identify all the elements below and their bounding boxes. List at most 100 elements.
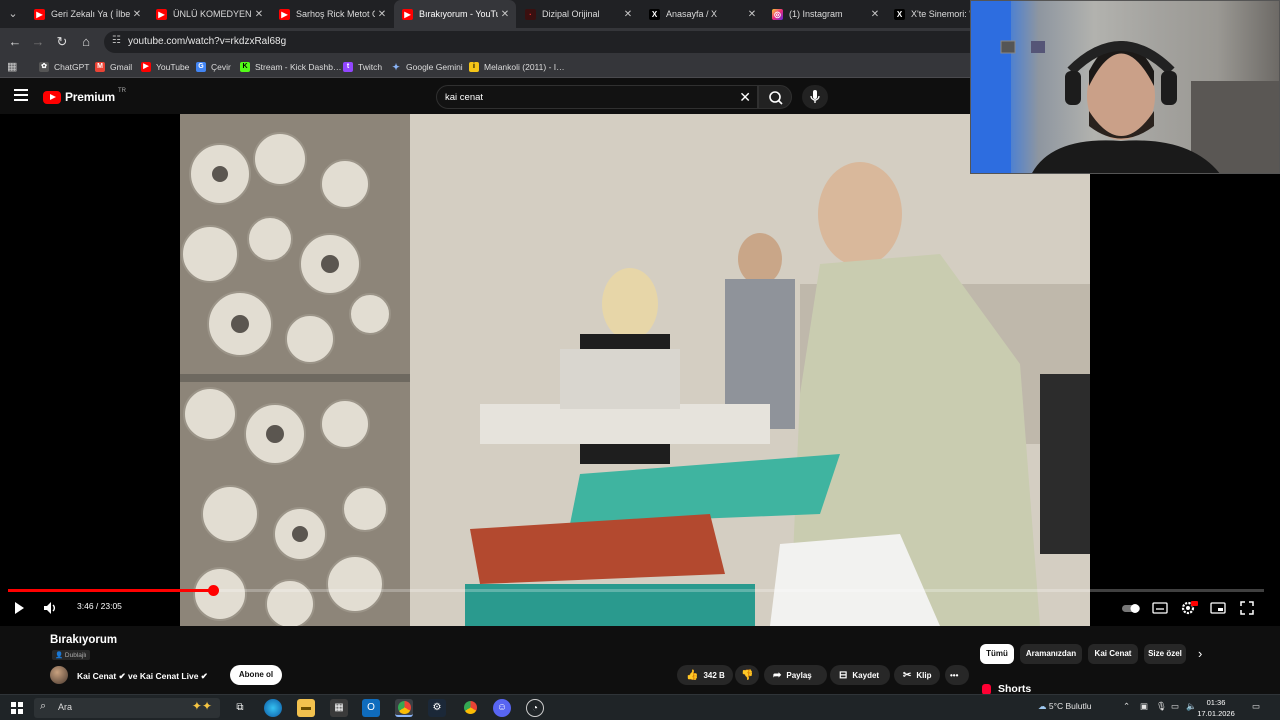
bookmark-kick[interactable]: K Stream - Kick Dashb… [240, 60, 341, 74]
volume-icon[interactable] [42, 600, 58, 616]
chip-kai-cenat[interactable]: Kai Cenat [1088, 644, 1138, 664]
voice-search-button[interactable] [802, 85, 828, 109]
apps-grid-icon[interactable]: ▦ [7, 60, 17, 73]
youtube-icon: ▶ [141, 62, 151, 72]
channel-avatar[interactable] [50, 666, 68, 684]
tab-title: Bırakıyorum - YouTube [419, 9, 498, 19]
share-button[interactable]: ➦ Paylaş [764, 665, 827, 685]
browser-tab-active[interactable]: ▶ Bırakıyorum - YouTube ✕ [394, 0, 516, 28]
subtitles-icon[interactable] [1152, 600, 1168, 616]
video-frame[interactable] [180, 114, 1090, 626]
bookmark-gemini[interactable]: ✦ Google Gemini [391, 60, 462, 74]
windows-start-icon[interactable] [11, 702, 23, 714]
bookmark-translate[interactable]: G Çevir [196, 60, 231, 74]
chip-from-search[interactable]: Aramanızdan [1020, 644, 1082, 664]
browser-tab[interactable]: ▶ Sarhoş Rick Metot Oyuncu ✕ [271, 0, 393, 28]
edge-icon[interactable] [264, 699, 282, 717]
bookmark-imdb[interactable]: i Melankoli (2011) - I… [469, 60, 565, 74]
bookmark-label: Twitch [358, 62, 383, 72]
taskbar-search-box[interactable]: ⌕ Ara ✦✦ [34, 698, 220, 718]
browser-tab[interactable]: ▶ Geri Zekalı Ya ( İlber Ortaylı… ✕ [26, 0, 148, 28]
reload-icon[interactable]: ↻ [53, 33, 71, 51]
bookmark-label: Stream - Kick Dashb… [255, 62, 342, 72]
bookmark-youtube[interactable]: ▶ YouTube [141, 60, 189, 74]
tab-title: Sarhoş Rick Metot Oyuncu [296, 9, 375, 19]
file-explorer-icon[interactable]: ▬ [297, 699, 315, 717]
dubbed-label: Dublajlı [64, 652, 87, 659]
bookmark-twitch[interactable]: t Twitch [343, 60, 382, 74]
network-icon[interactable]: ▭ [1171, 701, 1179, 712]
task-view-icon[interactable]: ⧉ [231, 699, 249, 717]
save-button[interactable]: ⊟ Kaydet [830, 665, 890, 685]
outlook-icon[interactable]: O [362, 699, 380, 717]
tab-close-icon[interactable]: ✕ [621, 9, 635, 20]
like-button[interactable]: 👍 342 B [677, 665, 733, 685]
browser-tab[interactable]: · Dizipal Orijinal ✕ [517, 0, 639, 28]
dizipal-favicon-icon: · [525, 8, 536, 20]
clip-button[interactable]: ✂ Klip [894, 665, 940, 685]
seek-bar[interactable] [8, 585, 1264, 596]
browser-tab[interactable]: X Anasayfa / X ✕ [641, 0, 763, 28]
microphone-tray-icon[interactable]: 🎙 [1156, 701, 1167, 712]
browser-tab[interactable]: ▶ ÜNLÜ KOMEDYENLERİN ✕ [148, 0, 270, 28]
store-icon[interactable]: ▦ [330, 699, 348, 717]
chip-for-you[interactable]: Size özel [1144, 644, 1186, 664]
taskbar-clock[interactable]: 01:36 17.01.2026 [1196, 697, 1236, 719]
autoplay-toggle-icon[interactable] [1121, 600, 1141, 616]
tab-close-icon[interactable]: ✕ [868, 9, 882, 20]
chips-next-chevron-icon[interactable]: › [1198, 646, 1202, 661]
taskbar-search-label: Ara [58, 702, 73, 712]
play-icon[interactable] [12, 600, 26, 616]
kick-icon: K [240, 62, 250, 72]
tab-close-icon[interactable]: ✕ [130, 9, 144, 20]
tab-close-icon[interactable]: ✕ [745, 9, 759, 20]
tab-close-icon[interactable]: ✕ [375, 9, 389, 20]
translate-icon: G [196, 62, 206, 72]
tray-chevron-icon[interactable]: ⌃ [1123, 701, 1130, 712]
x-favicon-icon: X [894, 8, 905, 20]
steam-icon[interactable]: ⚙ [428, 699, 446, 717]
url-text[interactable]: youtube.com/watch?v=rkdzxRal68g [128, 36, 286, 47]
search-button[interactable] [758, 85, 792, 109]
chrome-alt-icon[interactable] [461, 699, 479, 717]
browser-tab[interactable]: ◎ (1) Instagram ✕ [764, 0, 886, 28]
chip-all[interactable]: Tümü [980, 644, 1014, 664]
clear-search-icon[interactable]: ✕ [739, 89, 751, 106]
search-query-text[interactable]: kai cenat [445, 92, 483, 103]
video-player[interactable]: 3:46 / 23:05 [0, 114, 1280, 626]
search-input[interactable]: kai cenat ✕ [436, 85, 758, 109]
tab-title: Anasayfa / X [666, 9, 718, 19]
tab-close-icon[interactable]: ✕ [252, 9, 266, 20]
bookmark-label: Melankoli (2011) - I… [484, 62, 565, 72]
chrome-icon[interactable] [395, 699, 413, 717]
youtube-favicon-icon: ▶ [34, 8, 45, 20]
back-arrow-icon[interactable]: ← [6, 33, 24, 51]
tray-app-icon[interactable]: ▣ [1140, 701, 1148, 712]
fullscreen-icon[interactable] [1239, 600, 1255, 616]
home-icon[interactable]: ⌂ [77, 33, 95, 51]
weather-widget[interactable]: ☁ 5°C Bulutlu [1038, 701, 1092, 712]
youtube-premium-logo[interactable]: Premium TR [43, 88, 126, 104]
search-icon [769, 91, 783, 105]
obs-icon[interactable]: ◔ [526, 699, 544, 717]
tab-title: (1) Instagram [789, 9, 843, 19]
seek-bar-handle[interactable] [207, 585, 219, 596]
tab-close-icon[interactable]: ✕ [498, 9, 512, 20]
bookmark-gmail[interactable]: M Gmail [95, 60, 132, 74]
channel-name[interactable]: Kai Cenat ✔ ve Kai Cenat Live ✔ [77, 671, 208, 682]
settings-gear-icon[interactable] [1180, 600, 1198, 616]
more-actions-button[interactable]: ••• [945, 665, 969, 685]
tab-search-chevron-icon[interactable]: ⌄ [4, 5, 22, 23]
imdb-icon: i [469, 62, 479, 72]
discord-icon[interactable]: ☺ [493, 699, 511, 717]
bookmark-chatgpt[interactable]: ✿ ChatGPT [39, 60, 89, 74]
subscribe-button[interactable]: Abone ol [230, 665, 282, 685]
site-info-icon[interactable]: ☷ [112, 35, 121, 46]
browser-tab[interactable]: X X'te Sinemori: "Tom [886, 0, 970, 28]
notification-icon[interactable]: ▭ [1252, 701, 1260, 712]
forward-arrow-icon[interactable]: → [29, 33, 47, 51]
miniplayer-icon[interactable] [1210, 600, 1226, 616]
menu-hamburger-icon[interactable] [14, 89, 28, 101]
dislike-button[interactable]: 👎 [735, 665, 759, 685]
speaker-icon[interactable]: 🔈 [1186, 701, 1197, 712]
